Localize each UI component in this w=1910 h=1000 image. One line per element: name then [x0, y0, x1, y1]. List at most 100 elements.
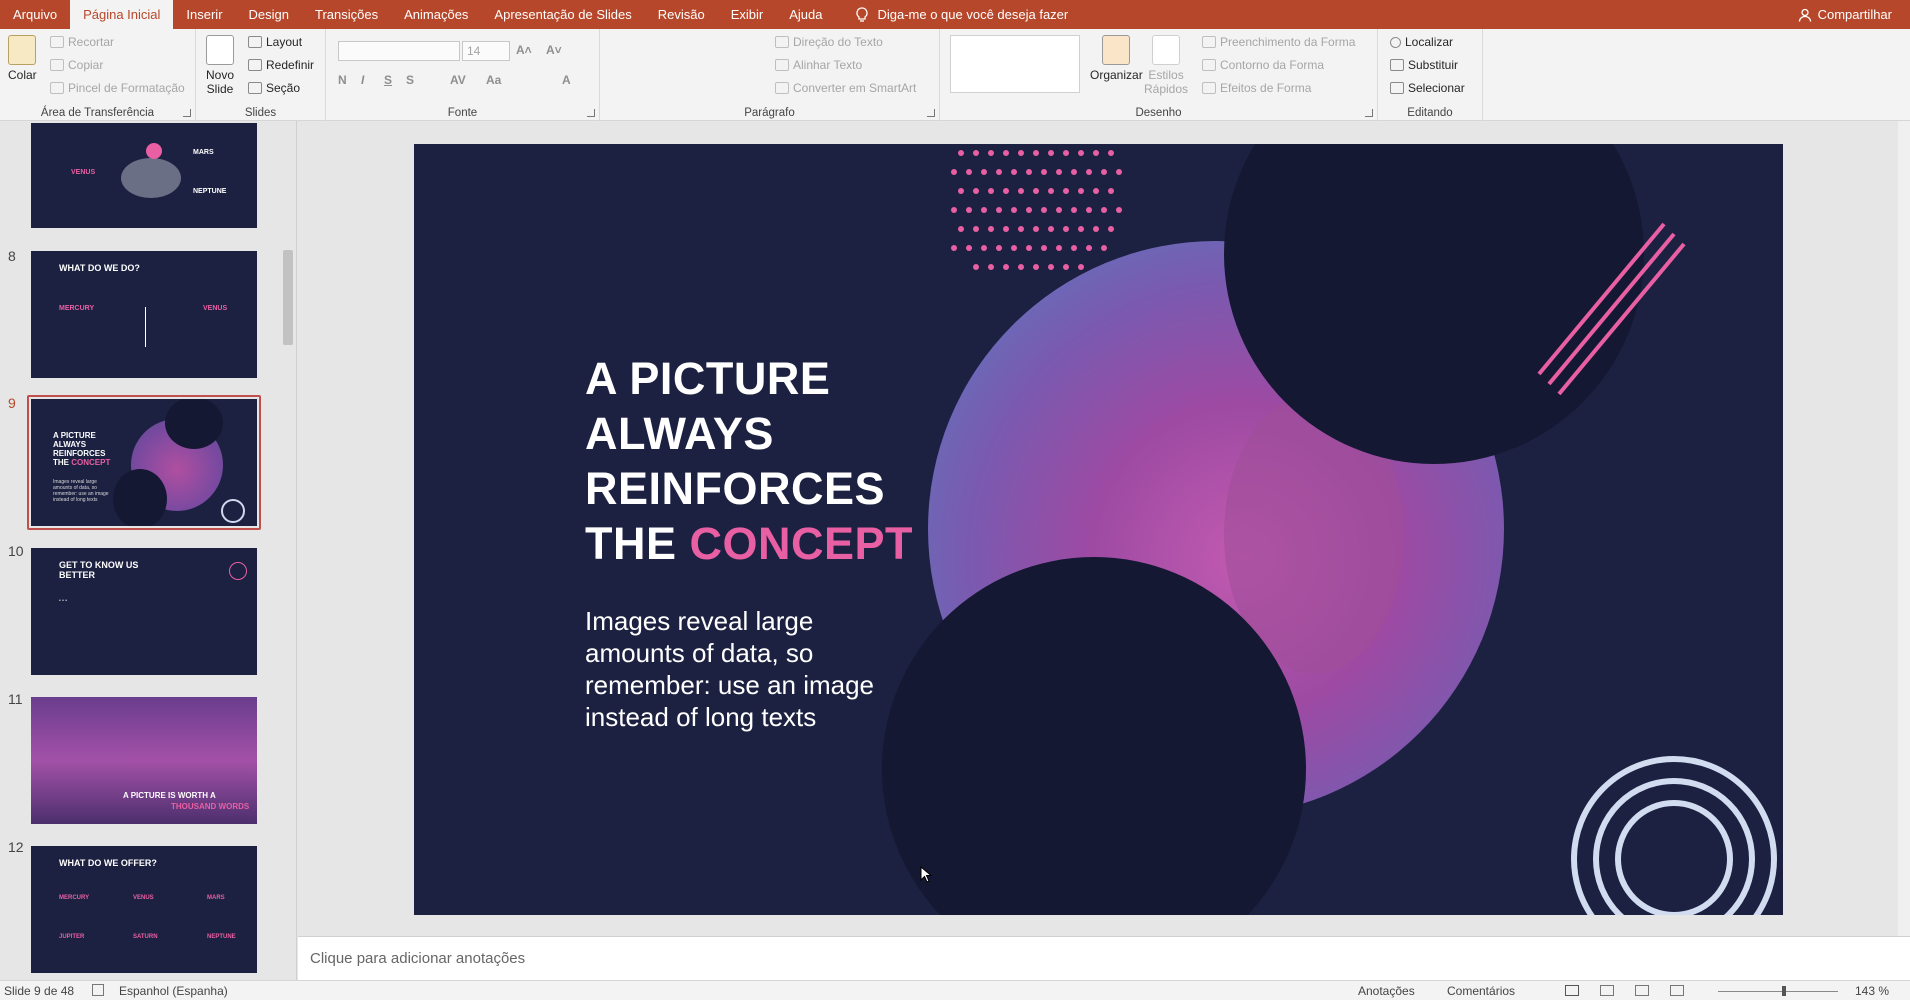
- spacing-button[interactable]: AV: [450, 73, 466, 87]
- notes-pane[interactable]: Clique para adicionar anotações: [298, 936, 1910, 980]
- slide-thumbnail-10[interactable]: GET TO KNOW US BETTER • • •: [31, 548, 257, 675]
- pink-dot: [1071, 245, 1077, 251]
- find-button[interactable]: Localizar: [1390, 35, 1453, 49]
- slide-thumbnail-8[interactable]: WHAT DO WE DO? MERCURY VENUS: [31, 251, 257, 378]
- tab-ajuda[interactable]: Ajuda: [776, 0, 835, 29]
- slide-thumbnail-12[interactable]: WHAT DO WE OFFER? MERCURY VENUS MARS JUP…: [31, 846, 257, 973]
- paragraph-launcher-icon[interactable]: [927, 109, 935, 117]
- zoom-slider[interactable]: [1718, 991, 1838, 992]
- pink-dot: [988, 264, 994, 270]
- tab-revisao[interactable]: Revisão: [645, 0, 718, 29]
- notes-toggle[interactable]: Anotações: [1358, 984, 1415, 998]
- reading-view-icon[interactable]: [1635, 985, 1649, 996]
- arrange-button[interactable]: Organizar: [1090, 35, 1143, 82]
- ribbon: Colar Recortar Copiar Pincel de Formataç…: [0, 29, 1910, 121]
- thumbnail-scrollbar[interactable]: [281, 125, 293, 975]
- thumb12-c4: JUPITER: [59, 934, 85, 940]
- shape-outline-button[interactable]: Contorno da Forma: [1202, 58, 1324, 72]
- grow-font-icon[interactable]: A˄: [516, 43, 532, 57]
- editing-group-label: Editando: [1407, 107, 1453, 119]
- copy-button[interactable]: Copiar: [50, 58, 103, 72]
- bold-button[interactable]: N: [338, 73, 347, 87]
- slide-title[interactable]: A PICTURE ALWAYS REINFORCES THE CONCEPT: [585, 351, 1005, 571]
- align-text-button[interactable]: Alinhar Texto: [775, 58, 862, 72]
- pink-dot: [1026, 207, 1032, 213]
- italic-button[interactable]: I: [361, 73, 364, 87]
- font-color-button[interactable]: A: [562, 73, 571, 87]
- tab-exibir[interactable]: Exibir: [718, 0, 777, 29]
- quick-styles-button[interactable]: Estilos Rápidos: [1144, 35, 1188, 96]
- thumbnail-scroll-thumb[interactable]: [283, 250, 293, 345]
- shrink-font-icon[interactable]: A˅: [546, 43, 562, 57]
- section-button[interactable]: Seção: [248, 81, 300, 95]
- tab-animacoes[interactable]: Animações: [391, 0, 481, 29]
- vertical-scrollbar[interactable]: [1898, 121, 1910, 936]
- tab-inserir[interactable]: Inserir: [173, 0, 235, 29]
- tab-arquivo[interactable]: Arquivo: [0, 0, 70, 29]
- clipboard-launcher-icon[interactable]: [183, 109, 191, 117]
- normal-view-icon[interactable]: [1565, 985, 1579, 996]
- layout-icon: [248, 36, 262, 48]
- tab-design[interactable]: Design: [236, 0, 302, 29]
- select-label: Selecionar: [1408, 81, 1465, 95]
- comments-toggle[interactable]: Comentários: [1447, 984, 1515, 998]
- share-button[interactable]: Compartilhar: [1798, 0, 1910, 29]
- slide-thumbnail-9[interactable]: A PICTURE ALWAYS REINFORCES THE CONCEPT …: [31, 399, 257, 526]
- spellcheck-icon[interactable]: [92, 984, 104, 996]
- slides-group-label: Slides: [244, 107, 277, 119]
- editing-group: Localizar Substituir Selecionar Editando: [1378, 29, 1483, 121]
- pink-dot: [958, 226, 964, 232]
- slideshow-icon[interactable]: [1670, 985, 1684, 996]
- tell-me-search[interactable]: Diga-me o que você deseja fazer: [835, 0, 1068, 29]
- layout-button[interactable]: Layout: [248, 35, 302, 49]
- slide-title-line-2: ALWAYS: [585, 408, 774, 459]
- thumb7-dot: [146, 143, 162, 159]
- select-button[interactable]: Selecionar: [1390, 81, 1465, 95]
- copy-label: Copiar: [68, 58, 104, 72]
- slide-edit-area[interactable]: A PICTURE ALWAYS REINFORCES THE CONCEPT …: [298, 121, 1898, 936]
- shadow-button[interactable]: S: [406, 73, 414, 87]
- slide-title-line-4: THE CONCEPT: [585, 516, 1005, 571]
- pink-dot: [1041, 245, 1047, 251]
- slide-counter: Slide 9 de 48: [4, 984, 75, 998]
- shape-effects-label: Efeitos de Forma: [1220, 81, 1312, 95]
- slide-thumbnail-11[interactable]: A PICTURE IS WORTH A THOUSAND WORDS: [31, 697, 257, 824]
- pink-dot: [1078, 226, 1084, 232]
- font-name-combo[interactable]: [338, 41, 460, 61]
- underline-button[interactable]: S: [384, 73, 392, 87]
- thumb11-title: A PICTURE IS WORTH A: [123, 791, 216, 800]
- slide-body-text[interactable]: Images reveal large amounts of data, so …: [585, 605, 915, 733]
- zoom-slider-thumb[interactable]: [1782, 986, 1786, 996]
- new-slide-label-1: Novo: [206, 68, 235, 82]
- pink-dot: [1056, 207, 1062, 213]
- slide-sorter-icon[interactable]: [1600, 985, 1614, 996]
- paste-button[interactable]: Colar: [8, 35, 37, 82]
- slide-thumbnail-7[interactable]: VENUS MARS NEPTUNE: [31, 123, 257, 228]
- smartart-button[interactable]: Converter em SmartArt: [775, 81, 916, 95]
- drawing-launcher-icon[interactable]: [1365, 109, 1373, 117]
- tab-pagina-inicial[interactable]: Página Inicial: [70, 0, 174, 29]
- case-button[interactable]: Aa: [486, 73, 501, 87]
- font-launcher-icon[interactable]: [587, 109, 595, 117]
- font-size-combo[interactable]: 14: [462, 41, 510, 61]
- scissors-icon: [50, 36, 64, 48]
- pink-dot: [951, 245, 957, 251]
- quick-styles-label-2: Rápidos: [1144, 82, 1189, 96]
- text-direction-button[interactable]: Direção do Texto: [775, 35, 883, 49]
- reset-button[interactable]: Redefinir: [248, 58, 314, 72]
- language-indicator[interactable]: Espanhol (Espanha): [119, 984, 228, 998]
- replace-button[interactable]: Substituir: [1390, 58, 1458, 72]
- shape-fill-label: Preenchimento da Forma: [1220, 35, 1356, 49]
- tab-transicoes[interactable]: Transições: [302, 0, 391, 29]
- zoom-level[interactable]: 143 %: [1855, 984, 1889, 998]
- shape-effects-button[interactable]: Efeitos de Forma: [1202, 81, 1311, 95]
- new-slide-icon: [206, 35, 234, 65]
- cut-button[interactable]: Recortar: [50, 35, 114, 49]
- tab-apresentacao[interactable]: Apresentação de Slides: [481, 0, 644, 29]
- new-slide-button[interactable]: Novo Slide: [206, 35, 234, 96]
- shape-fill-button[interactable]: Preenchimento da Forma: [1202, 35, 1355, 49]
- shapes-gallery[interactable]: [950, 35, 1080, 93]
- current-slide[interactable]: A PICTURE ALWAYS REINFORCES THE CONCEPT …: [414, 144, 1783, 915]
- slide-thumbnail-panel[interactable]: VENUS MARS NEPTUNE 8 WHAT DO WE DO? MERC…: [0, 121, 297, 980]
- format-painter-button[interactable]: Pincel de Formatação: [50, 81, 185, 95]
